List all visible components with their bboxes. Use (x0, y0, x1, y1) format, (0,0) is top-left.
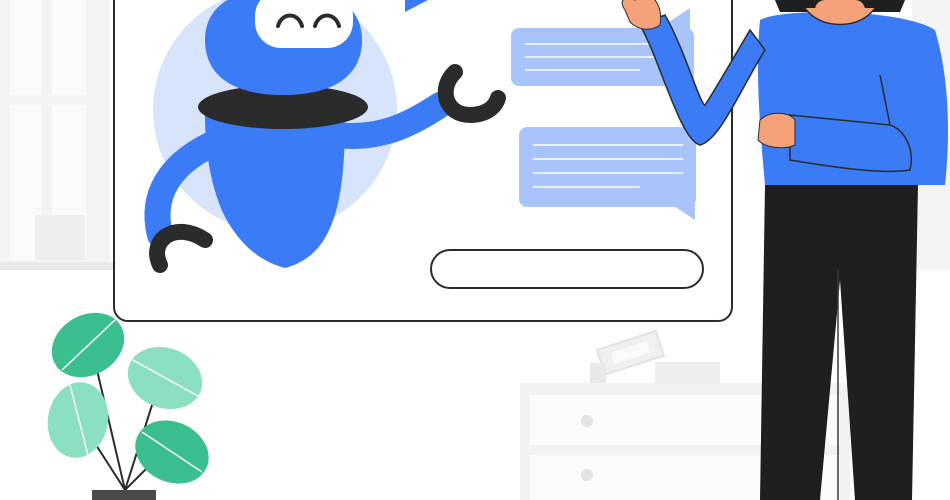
chat-input-value (448, 258, 688, 280)
scene (0, 0, 950, 500)
background-window (0, 0, 115, 270)
illustration-canvas (0, 0, 950, 500)
plant-icon (47, 312, 209, 500)
chat-bubble-icon (519, 127, 696, 220)
